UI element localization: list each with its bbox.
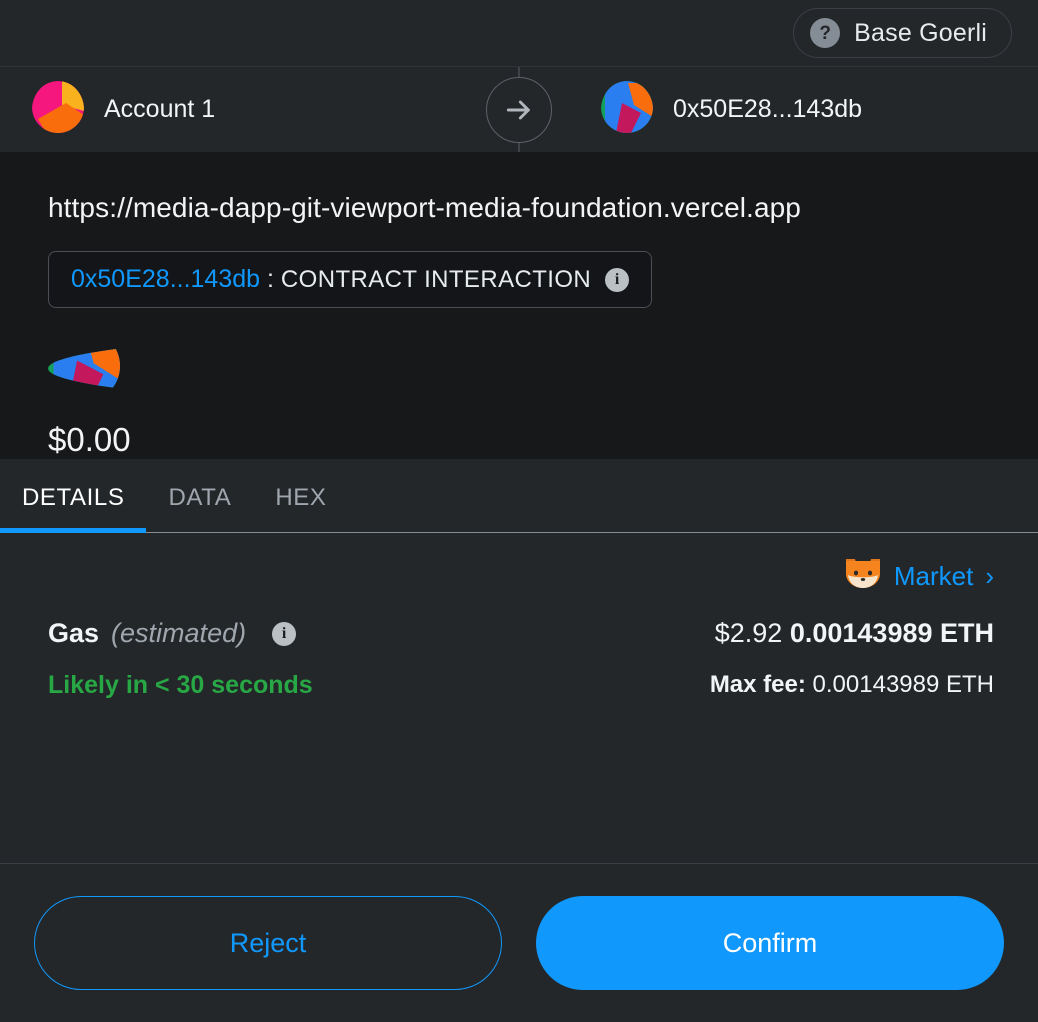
unknown-network-icon: ? [810,18,841,48]
market-link-label[interactable]: Market [894,561,973,592]
account-transfer-row: Account 1 0x50E28...143db [0,66,1038,152]
reject-button[interactable]: Reject [34,896,502,990]
transaction-confirmation-window: ? Base Goerli Account 1 0x50E28...143db … [0,0,1038,1022]
sender-identicon [32,81,84,138]
transaction-amount-section: $0.00 [0,308,1038,459]
gas-title: Gas (estimated) i [48,618,313,649]
market-row: Market › [48,557,994,596]
amount-fiat-value: $0.00 [48,421,131,458]
gas-speed-label: Likely in < 30 seconds [48,671,313,699]
gas-row: Gas (estimated) i Likely in < 30 seconds… [48,618,994,700]
chevron-right-icon[interactable]: › [985,561,994,592]
contract-address-label: 0x50E28...143db [71,265,261,293]
arrow-right-icon [486,76,552,143]
gas-info-icon[interactable]: i [272,621,297,646]
network-name-label: Base Goerli [854,18,987,47]
gas-left-column: Gas (estimated) i Likely in < 30 seconds [48,618,313,700]
interaction-type-label: CONTRACT INTERACTION [280,265,592,293]
network-selector[interactable]: ? Base Goerli [793,8,1012,58]
confirm-button[interactable]: Confirm [536,896,1004,990]
network-header: ? Base Goerli [0,0,1038,66]
sender-account[interactable]: Account 1 [0,81,519,138]
tab-hex[interactable]: HEX [253,484,348,533]
recipient-identicon [601,81,653,138]
site-url-label: https://media-dapp-git-viewport-media-fo… [48,192,801,223]
tab-data[interactable]: DATA [146,484,253,533]
recipient-address-label: 0x50E28...143db [673,95,863,123]
details-panel: Market › Gas (estimated) i Likely in < 3… [0,533,1038,863]
metamask-fox-icon [844,557,882,596]
transaction-origin-section: https://media-dapp-git-viewport-media-fo… [0,152,1038,459]
gas-fiat-value: $2.92 [714,618,783,648]
gas-label: Gas [48,618,100,648]
gas-eth-value: 0.00143989 ETH [789,618,994,648]
max-fee-value: 0.00143989 ETH [812,671,994,698]
max-fee-row: Max fee: 0.00143989 ETH [710,671,994,699]
gas-estimated-label: (estimated) [111,618,247,648]
gas-amount-row: $2.92 0.00143989 ETH [710,618,994,649]
transfer-arrow [484,67,554,152]
tab-details[interactable]: DETAILS [0,484,147,533]
sender-name-label: Account 1 [104,95,216,123]
contract-interaction-pill[interactable]: 0x50E28...143db : CONTRACT INTERACTION i [48,251,653,308]
token-identicon [48,330,1038,407]
recipient-account[interactable]: 0x50E28...143db [519,81,1038,138]
max-fee-label: Max fee: [709,671,806,698]
pill-separator: : [260,265,281,293]
gas-right-column: $2.92 0.00143989 ETH Max fee: 0.00143989… [710,618,994,699]
action-footer: Reject Confirm [0,863,1038,1022]
info-icon[interactable]: i [605,267,630,292]
transaction-tabs: DETAILS DATA HEX [0,459,1038,533]
